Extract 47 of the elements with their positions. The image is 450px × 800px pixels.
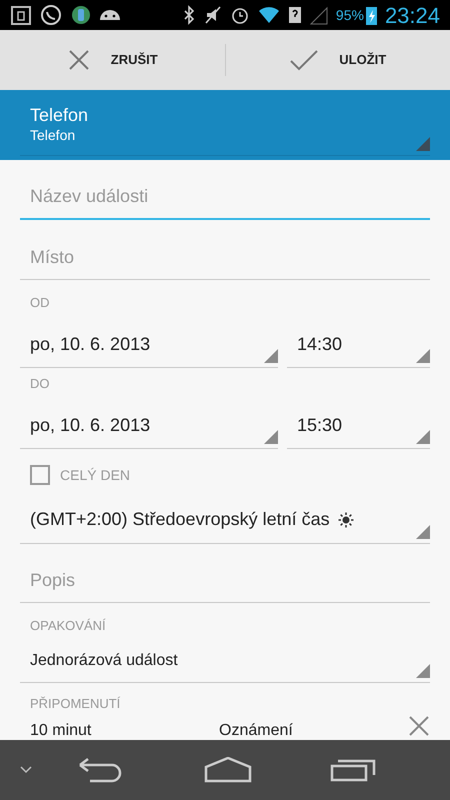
clock: 23:24 [384, 2, 440, 30]
checkbox-label: CELÝ DEN [60, 466, 130, 484]
time-dropdown[interactable]: 15:30 [287, 402, 430, 449]
description-field[interactable]: Popis [20, 558, 430, 603]
dropdown-corner-icon [264, 430, 278, 444]
sim-icon [288, 4, 302, 26]
muted-speaker-icon [204, 4, 222, 26]
section-label: OPAKOVÁNÍ [29, 617, 107, 635]
section-label: OD [29, 294, 50, 312]
section-label: PŘIPOMENUTÍ [29, 695, 122, 713]
calendar-name: Telefon [30, 104, 90, 126]
calendar-icon [10, 4, 32, 26]
checkbox[interactable] [30, 465, 50, 485]
android-icon [100, 10, 120, 20]
reminder-time-dropdown[interactable]: 10 minut [20, 719, 210, 740]
date-dropdown[interactable]: po, 10. 6. 2013 [20, 402, 278, 449]
remove-icon[interactable] [408, 715, 430, 737]
chat-bubble-icon [40, 4, 62, 26]
app-icon [70, 4, 92, 26]
dropdown-corner-icon [416, 349, 430, 363]
reminder-method-dropdown[interactable]: Oznámení [219, 719, 370, 740]
save-button[interactable]: ULOŽIT [226, 30, 450, 90]
cancel-button[interactable]: ZRUŠIT [0, 30, 224, 90]
dropdown-corner-icon [416, 664, 430, 678]
charging-battery-icon [366, 5, 377, 25]
bluetooth-icon [182, 4, 196, 26]
date-dropdown[interactable]: po, 10. 6. 2013 [20, 321, 278, 368]
calendar-account: Telefon [30, 126, 76, 144]
chevron-down-icon[interactable] [20, 766, 32, 774]
dropdown-corner-icon [416, 430, 430, 444]
checkmark-icon [289, 48, 320, 72]
dropdown-corner-icon [416, 525, 430, 539]
signal-icon [310, 4, 328, 26]
close-icon [66, 48, 91, 72]
dropdown-corner-icon [264, 349, 278, 363]
sun-icon [338, 512, 354, 528]
section-label: DO [29, 375, 50, 393]
location-field[interactable]: Místo [20, 235, 430, 280]
recent-apps-icon[interactable] [330, 758, 376, 782]
battery-percent: 95% [336, 6, 364, 24]
dropdown-corner-icon [416, 137, 430, 151]
back-icon[interactable] [78, 757, 122, 783]
title-field[interactable]: Název události [20, 175, 430, 220]
repeat-dropdown[interactable]: Jednorázová událost [20, 640, 430, 683]
home-icon[interactable] [204, 757, 252, 783]
timezone-dropdown[interactable]: (GMT+2:00) Středoevropský letní čas [20, 496, 430, 544]
time-dropdown[interactable]: 14:30 [287, 321, 430, 368]
